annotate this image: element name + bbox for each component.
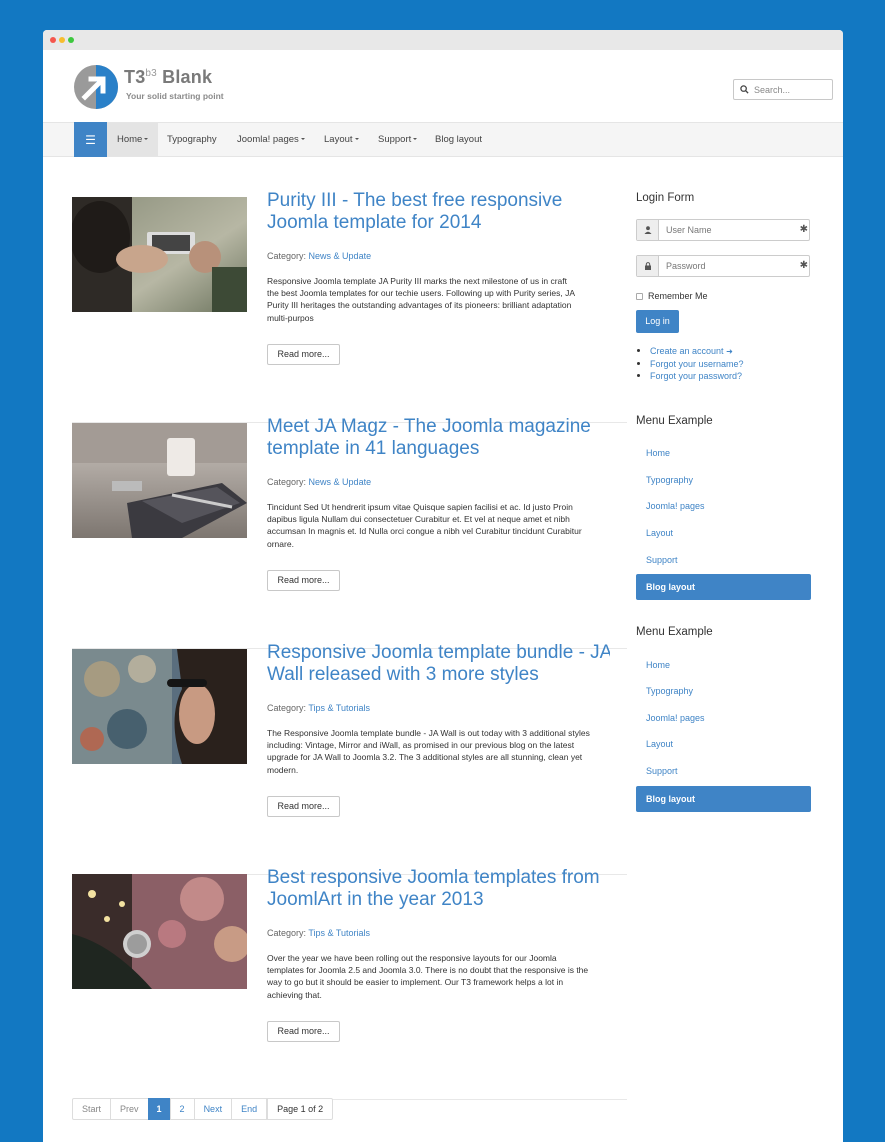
- article-title[interactable]: Best responsive Joomla templates from Jo…: [267, 867, 610, 911]
- caret-down-icon: [144, 138, 149, 141]
- article-intro: Responsive Joomla template JA Purity III…: [267, 276, 576, 323]
- article-intro: Tincidunt Sed Ut hendrerit ipsum vitae Q…: [267, 502, 582, 549]
- menu-item-home[interactable]: Home: [636, 440, 811, 466]
- username-input[interactable]: [666, 223, 784, 237]
- nav-item-layout[interactable]: Layout: [324, 123, 359, 156]
- caret-down-icon: [300, 138, 305, 141]
- logo-icon: [74, 65, 118, 109]
- pagination-page-current[interactable]: 1: [147, 1098, 171, 1120]
- menu-item-support[interactable]: Support: [636, 547, 811, 573]
- autofill-key-icon[interactable]: ✱: [800, 261, 808, 271]
- lock-icon: [637, 256, 659, 276]
- pagination-start: Start: [72, 1098, 112, 1120]
- article-title[interactable]: Responsive Joomla template bundle - JA W…: [267, 642, 610, 686]
- pagination: Start Prev 1 2 Next End Page 1 of 2: [72, 1098, 334, 1120]
- pagination-info: Page 1 of 2: [267, 1098, 334, 1120]
- article-item: Best responsive Joomla templates from Jo…: [72, 867, 627, 1100]
- read-more-button[interactable]: Read more...: [267, 344, 340, 365]
- nav-item-support[interactable]: Support: [378, 123, 418, 156]
- category-link[interactable]: Tips & Tutorials: [308, 928, 370, 938]
- caret-down-icon: [354, 138, 359, 141]
- nav-item-blog-layout[interactable]: Blog layout: [435, 123, 482, 156]
- article-item: Purity III - The best free responsive Jo…: [72, 190, 627, 423]
- menu-item-layout[interactable]: Layout: [636, 520, 811, 546]
- password-input[interactable]: [666, 259, 784, 273]
- main-nav: ☰ Home Typography Joomla! pages Layout S…: [43, 122, 843, 157]
- forgot-username-link[interactable]: Forgot your username?: [636, 358, 744, 370]
- maximize-window-dot[interactable]: [68, 37, 74, 43]
- user-icon: [637, 220, 659, 240]
- menu-item-joomla-pages[interactable]: Joomla! pages: [636, 705, 811, 731]
- password-field[interactable]: ✱: [636, 255, 810, 277]
- search-box[interactable]: [733, 79, 833, 100]
- menu-item-layout[interactable]: Layout: [636, 731, 811, 757]
- read-more-button[interactable]: Read more...: [267, 796, 340, 817]
- category-link[interactable]: News & Update: [309, 477, 372, 487]
- article-title[interactable]: Meet JA Magz - The Joomla magazine templ…: [267, 416, 610, 460]
- menu-item-typography[interactable]: Typography: [636, 467, 811, 493]
- article-thumbnail[interactable]: [72, 649, 247, 764]
- article-item: Meet JA Magz - The Joomla magazine templ…: [72, 416, 627, 649]
- article-thumbnail[interactable]: [72, 197, 247, 312]
- read-more-button[interactable]: Read more...: [267, 1021, 340, 1042]
- category-link[interactable]: News & Update: [309, 251, 372, 261]
- login-button[interactable]: Log in: [636, 310, 679, 333]
- search-icon: [740, 85, 749, 94]
- browser-window: T3b3 Blank Your solid starting point ☰ H…: [43, 30, 843, 1142]
- nav-item-home[interactable]: Home: [107, 123, 159, 156]
- article-thumbnail[interactable]: [72, 423, 247, 538]
- menu-item-typography[interactable]: Typography: [636, 678, 811, 704]
- read-more-button[interactable]: Read more...: [267, 570, 340, 591]
- site-logo[interactable]: T3b3 Blank Your solid starting point: [73, 64, 243, 110]
- remember-me-checkbox[interactable]: [636, 293, 643, 300]
- article-category: Category: News & Update: [267, 251, 372, 261]
- menu-item-blog-layout[interactable]: Blog layout: [636, 574, 811, 600]
- remember-me[interactable]: Remember Me: [636, 291, 708, 301]
- menu-item-support[interactable]: Support: [636, 758, 811, 784]
- login-form-heading: Login Form: [636, 192, 695, 204]
- menu-item-blog-layout[interactable]: Blog layout: [636, 786, 811, 812]
- brand-name: T3b3 Blank: [124, 67, 213, 87]
- site-header: T3b3 Blank Your solid starting point: [43, 50, 843, 122]
- create-account-link[interactable]: Create an account ➜: [636, 345, 744, 358]
- forgot-password-link[interactable]: Forgot your password?: [636, 370, 744, 382]
- article-thumbnail[interactable]: [72, 874, 247, 989]
- article-title[interactable]: Purity III - The best free responsive Jo…: [267, 190, 610, 234]
- pagination-end[interactable]: End: [231, 1098, 268, 1120]
- close-window-dot[interactable]: [50, 37, 56, 43]
- pagination-next[interactable]: Next: [193, 1098, 233, 1120]
- menu-item-home[interactable]: Home: [636, 652, 811, 678]
- window-titlebar: [43, 30, 843, 50]
- menu-heading: Menu Example: [636, 626, 713, 638]
- autofill-key-icon[interactable]: ✱: [800, 225, 808, 235]
- menu-heading: Menu Example: [636, 415, 713, 427]
- caret-down-icon: [413, 138, 418, 141]
- article-category: Category: Tips & Tutorials: [267, 928, 371, 938]
- article-category: Category: News & Update: [267, 477, 372, 487]
- pagination-page[interactable]: 2: [169, 1098, 195, 1120]
- nav-item-typography[interactable]: Typography: [167, 123, 217, 156]
- offcanvas-toggle-button[interactable]: ☰: [74, 122, 107, 157]
- username-field[interactable]: ✱: [636, 219, 810, 241]
- article-item: Responsive Joomla template bundle - JA W…: [72, 642, 627, 875]
- pagination-prev: Prev: [110, 1098, 149, 1120]
- menu-icon: ☰: [85, 132, 96, 147]
- nav-item-joomla-pages[interactable]: Joomla! pages: [237, 123, 305, 156]
- brand-tagline: Your solid starting point: [126, 91, 224, 101]
- login-links: Create an account ➜ Forgot your username…: [636, 345, 744, 382]
- category-link[interactable]: Tips & Tutorials: [308, 703, 370, 713]
- article-intro: Over the year we have been rolling out t…: [267, 953, 589, 1000]
- arrow-right-icon: ➜: [726, 347, 733, 356]
- search-input[interactable]: [754, 82, 830, 97]
- minimize-window-dot[interactable]: [59, 37, 65, 43]
- article-category: Category: Tips & Tutorials: [267, 703, 371, 713]
- article-intro: The Responsive Joomla template bundle - …: [267, 728, 590, 775]
- menu-item-joomla-pages[interactable]: Joomla! pages: [636, 493, 811, 519]
